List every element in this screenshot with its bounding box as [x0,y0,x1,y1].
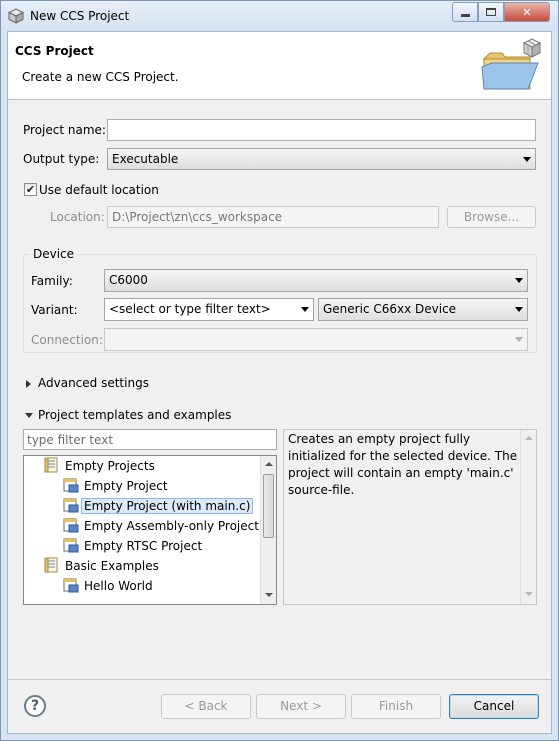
family-value: C6000 [109,273,148,287]
template-tree-item[interactable]: Basic Examples [44,557,162,577]
variant-filter-combo[interactable]: <select or type filter text> [104,298,314,321]
project-templates-toggle[interactable]: Project templates and examples [22,407,262,425]
help-icon[interactable]: ? [24,695,46,717]
template-tree-item[interactable]: Empty Assembly-only Project [63,517,262,537]
chevron-down-icon [301,307,309,312]
browse-button[interactable]: Browse... [447,206,536,228]
connection-label: Connection: [31,333,103,347]
wizard-banner: CCS Project Create a new CCS Project. [8,32,551,100]
location-label: Location: [50,210,105,224]
template-filter-input[interactable] [23,429,277,450]
folder-list-icon [44,457,60,473]
device-group-label: Device [30,247,78,261]
close-button[interactable]: ✕ [504,2,550,22]
browse-button-label: Browse... [463,210,520,224]
scroll-down-icon[interactable] [525,592,533,596]
output-type-value: Executable [112,152,179,166]
project-template-icon [63,497,79,513]
minimize-button[interactable] [452,2,478,22]
template-tree-item-label: Hello World [84,579,153,593]
wizard-folder-icon [481,38,542,90]
template-tree-item-label: Empty Project (with main.c) [81,498,254,514]
finish-button[interactable]: Finish [351,694,441,719]
template-tree-item-label: Empty Assembly-only Project [84,519,259,533]
template-tree[interactable]: Empty Projects Empty Project Empty Project… [23,455,277,605]
template-tree-item-label: Empty Projects [65,459,155,473]
template-tree-item-label: Empty Project [84,479,168,493]
title-bar[interactable]: New CCS Project ✕ [1,1,558,31]
scroll-up-icon[interactable] [525,436,533,440]
template-tree-item[interactable]: Empty Projects [44,457,158,477]
variant-filter-text: <select or type filter text> [109,302,271,316]
dialog-client-area: CCS Project Create a new CCS Project. Pr… [7,31,552,734]
variant-select[interactable]: Generic C66xx Device [318,298,528,321]
project-template-icon [63,517,79,533]
back-button[interactable]: < Back [161,694,251,719]
chevron-down-icon [515,278,523,283]
template-description-text: Creates an empty project fully initializ… [288,432,518,497]
new-ccs-project-dialog: New CCS Project ✕ CCS Project Create a n… [0,0,559,741]
project-template-icon [63,477,79,493]
window-title: New CCS Project [30,9,130,23]
button-bar-separator [8,679,551,680]
family-label: Family: [31,274,73,288]
scroll-down-icon[interactable] [265,593,273,597]
back-button-label: < Back [184,699,228,713]
maximize-button[interactable] [478,2,504,22]
chevron-down-icon [523,157,531,162]
app-icon [8,8,24,24]
chevron-down-icon [515,337,523,342]
advanced-settings-label: Advanced settings [38,376,149,390]
project-name-label: Project name: [23,123,106,137]
template-tree-item[interactable]: Empty RTSC Project [63,537,205,557]
template-tree-item-label: Basic Examples [65,559,159,573]
output-type-label: Output type: [23,152,100,166]
checkmark-icon: ✔ [25,183,36,196]
cancel-button[interactable]: Cancel [449,694,539,719]
variant-label: Variant: [31,303,78,317]
page-title: CCS Project [15,44,94,58]
template-tree-item[interactable]: Empty Project [63,477,171,497]
scroll-thumb[interactable] [263,474,274,538]
close-icon: ✕ [522,5,532,19]
location-value: D:\Project\zn\ccs_workspace [112,210,283,224]
connection-select[interactable] [104,328,528,351]
location-input[interactable]: D:\Project\zn\ccs_workspace [107,206,439,228]
output-type-select[interactable]: Executable [107,148,536,170]
template-description-panel: Creates an empty project fully initializ… [283,429,537,605]
help-glyph: ? [30,698,40,714]
cancel-button-label: Cancel [473,699,515,713]
template-tree-item[interactable]: Empty Project (with main.c) [63,497,254,517]
chevron-right-icon [26,380,31,388]
use-default-location-checkbox[interactable]: ✔ [24,183,37,196]
project-name-input[interactable] [107,119,536,141]
template-tree-item-label: Empty RTSC Project [84,539,203,553]
family-select[interactable]: C6000 [104,269,528,292]
project-templates-label: Project templates and examples [38,408,232,422]
folder-list-icon [44,557,60,573]
use-default-location-label: Use default location [39,183,159,197]
next-button-label: Next > [280,699,322,713]
description-scrollbar[interactable] [520,430,536,604]
project-template-icon [63,577,79,593]
minimize-icon [460,13,470,17]
project-template-icon [63,537,79,553]
variant-value: Generic C66xx Device [323,302,457,316]
finish-button-label: Finish [378,699,414,713]
next-button[interactable]: Next > [256,694,346,719]
scroll-up-icon[interactable] [265,462,273,466]
chevron-down-icon [515,307,523,312]
advanced-settings-toggle[interactable]: Advanced settings [22,375,182,393]
page-description: Create a new CCS Project. [22,70,179,84]
chevron-down-icon [25,413,33,418]
maximize-icon [486,8,496,16]
template-tree-scrollbar[interactable] [260,456,276,604]
template-tree-item[interactable]: Hello World [63,577,156,597]
